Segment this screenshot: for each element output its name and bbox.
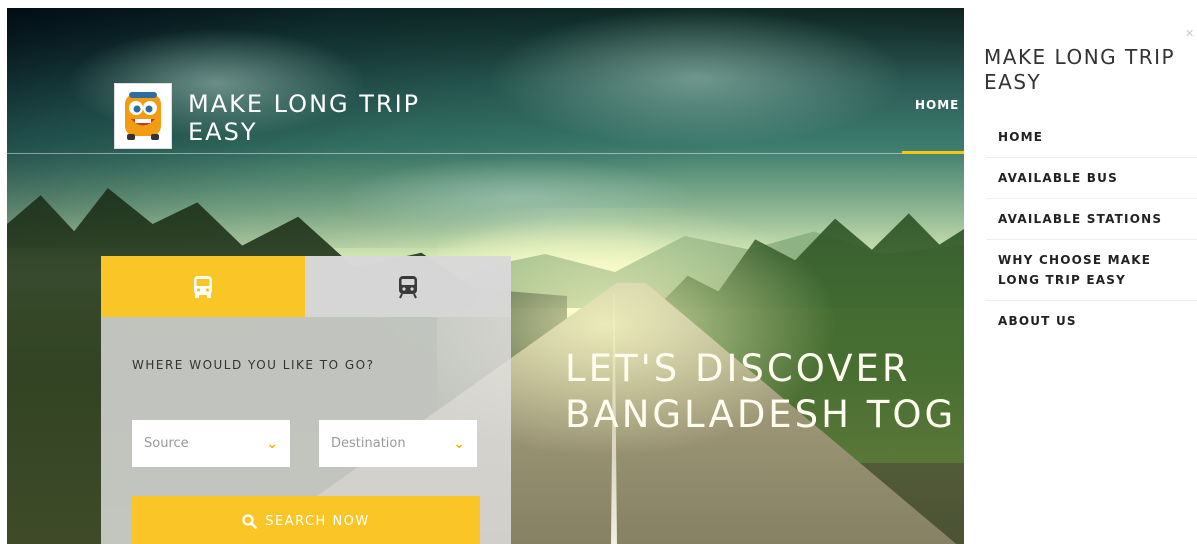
destination-placeholder: Destination (331, 436, 406, 451)
chevron-down-icon: ⌄ (453, 435, 465, 452)
source-select[interactable]: Source ⌄ (132, 420, 290, 467)
header-divider (7, 153, 964, 154)
side-menu-title: MAKE LONG TRIP EASY (984, 45, 1176, 94)
chevron-down-icon: ⌄ (266, 435, 278, 452)
search-icon (242, 513, 258, 529)
search-panel: WHERE WOULD YOU LIKE TO GO? Source ⌄ Des… (101, 256, 511, 544)
side-menu-list: HOME AVAILABLE BUS AVAILABLE STATIONS WH… (986, 117, 1197, 341)
tab-bus[interactable] (101, 256, 305, 317)
side-menu-item-available-stations[interactable]: AVAILABLE STATIONS (986, 199, 1197, 240)
close-icon[interactable]: ✕ (1185, 27, 1194, 40)
side-menu-item-why-choose[interactable]: WHY CHOOSE MAKE LONG TRIP EASY (986, 240, 1197, 301)
nav-active-indicator (902, 151, 964, 154)
bus-mascot-icon (125, 92, 161, 140)
hero-headline-line1: LET'S DISCOVER (565, 347, 911, 390)
search-button-label: SEARCH NOW (265, 513, 370, 529)
bus-icon (194, 275, 212, 298)
brand-title[interactable]: MAKE LONG TRIP EASY (188, 90, 488, 146)
nav-home-link[interactable]: HOME (915, 98, 959, 112)
logo[interactable] (114, 83, 172, 149)
hero-background: MAKE LONG TRIP EASY HOME LET'S DISCOVER … (7, 8, 964, 544)
cloud (487, 8, 907, 148)
search-question: WHERE WOULD YOU LIKE TO GO? (132, 358, 375, 372)
train-icon (399, 275, 417, 298)
hero-headline: LET'S DISCOVER BANGLADESH TOG (565, 346, 964, 438)
side-menu-item-available-bus[interactable]: AVAILABLE BUS (986, 158, 1197, 199)
hero-headline-line2: BANGLADESH TOG (565, 393, 957, 436)
search-button[interactable]: SEARCH NOW (132, 496, 480, 544)
side-menu-item-about-us[interactable]: ABOUT US (986, 301, 1197, 341)
side-menu-item-home[interactable]: HOME (986, 117, 1197, 158)
side-menu-panel: ✕ MAKE LONG TRIP EASY HOME AVAILABLE BUS… (964, 0, 1197, 544)
tab-train[interactable] (305, 256, 511, 317)
destination-select[interactable]: Destination ⌄ (319, 420, 477, 467)
source-placeholder: Source (144, 436, 189, 451)
